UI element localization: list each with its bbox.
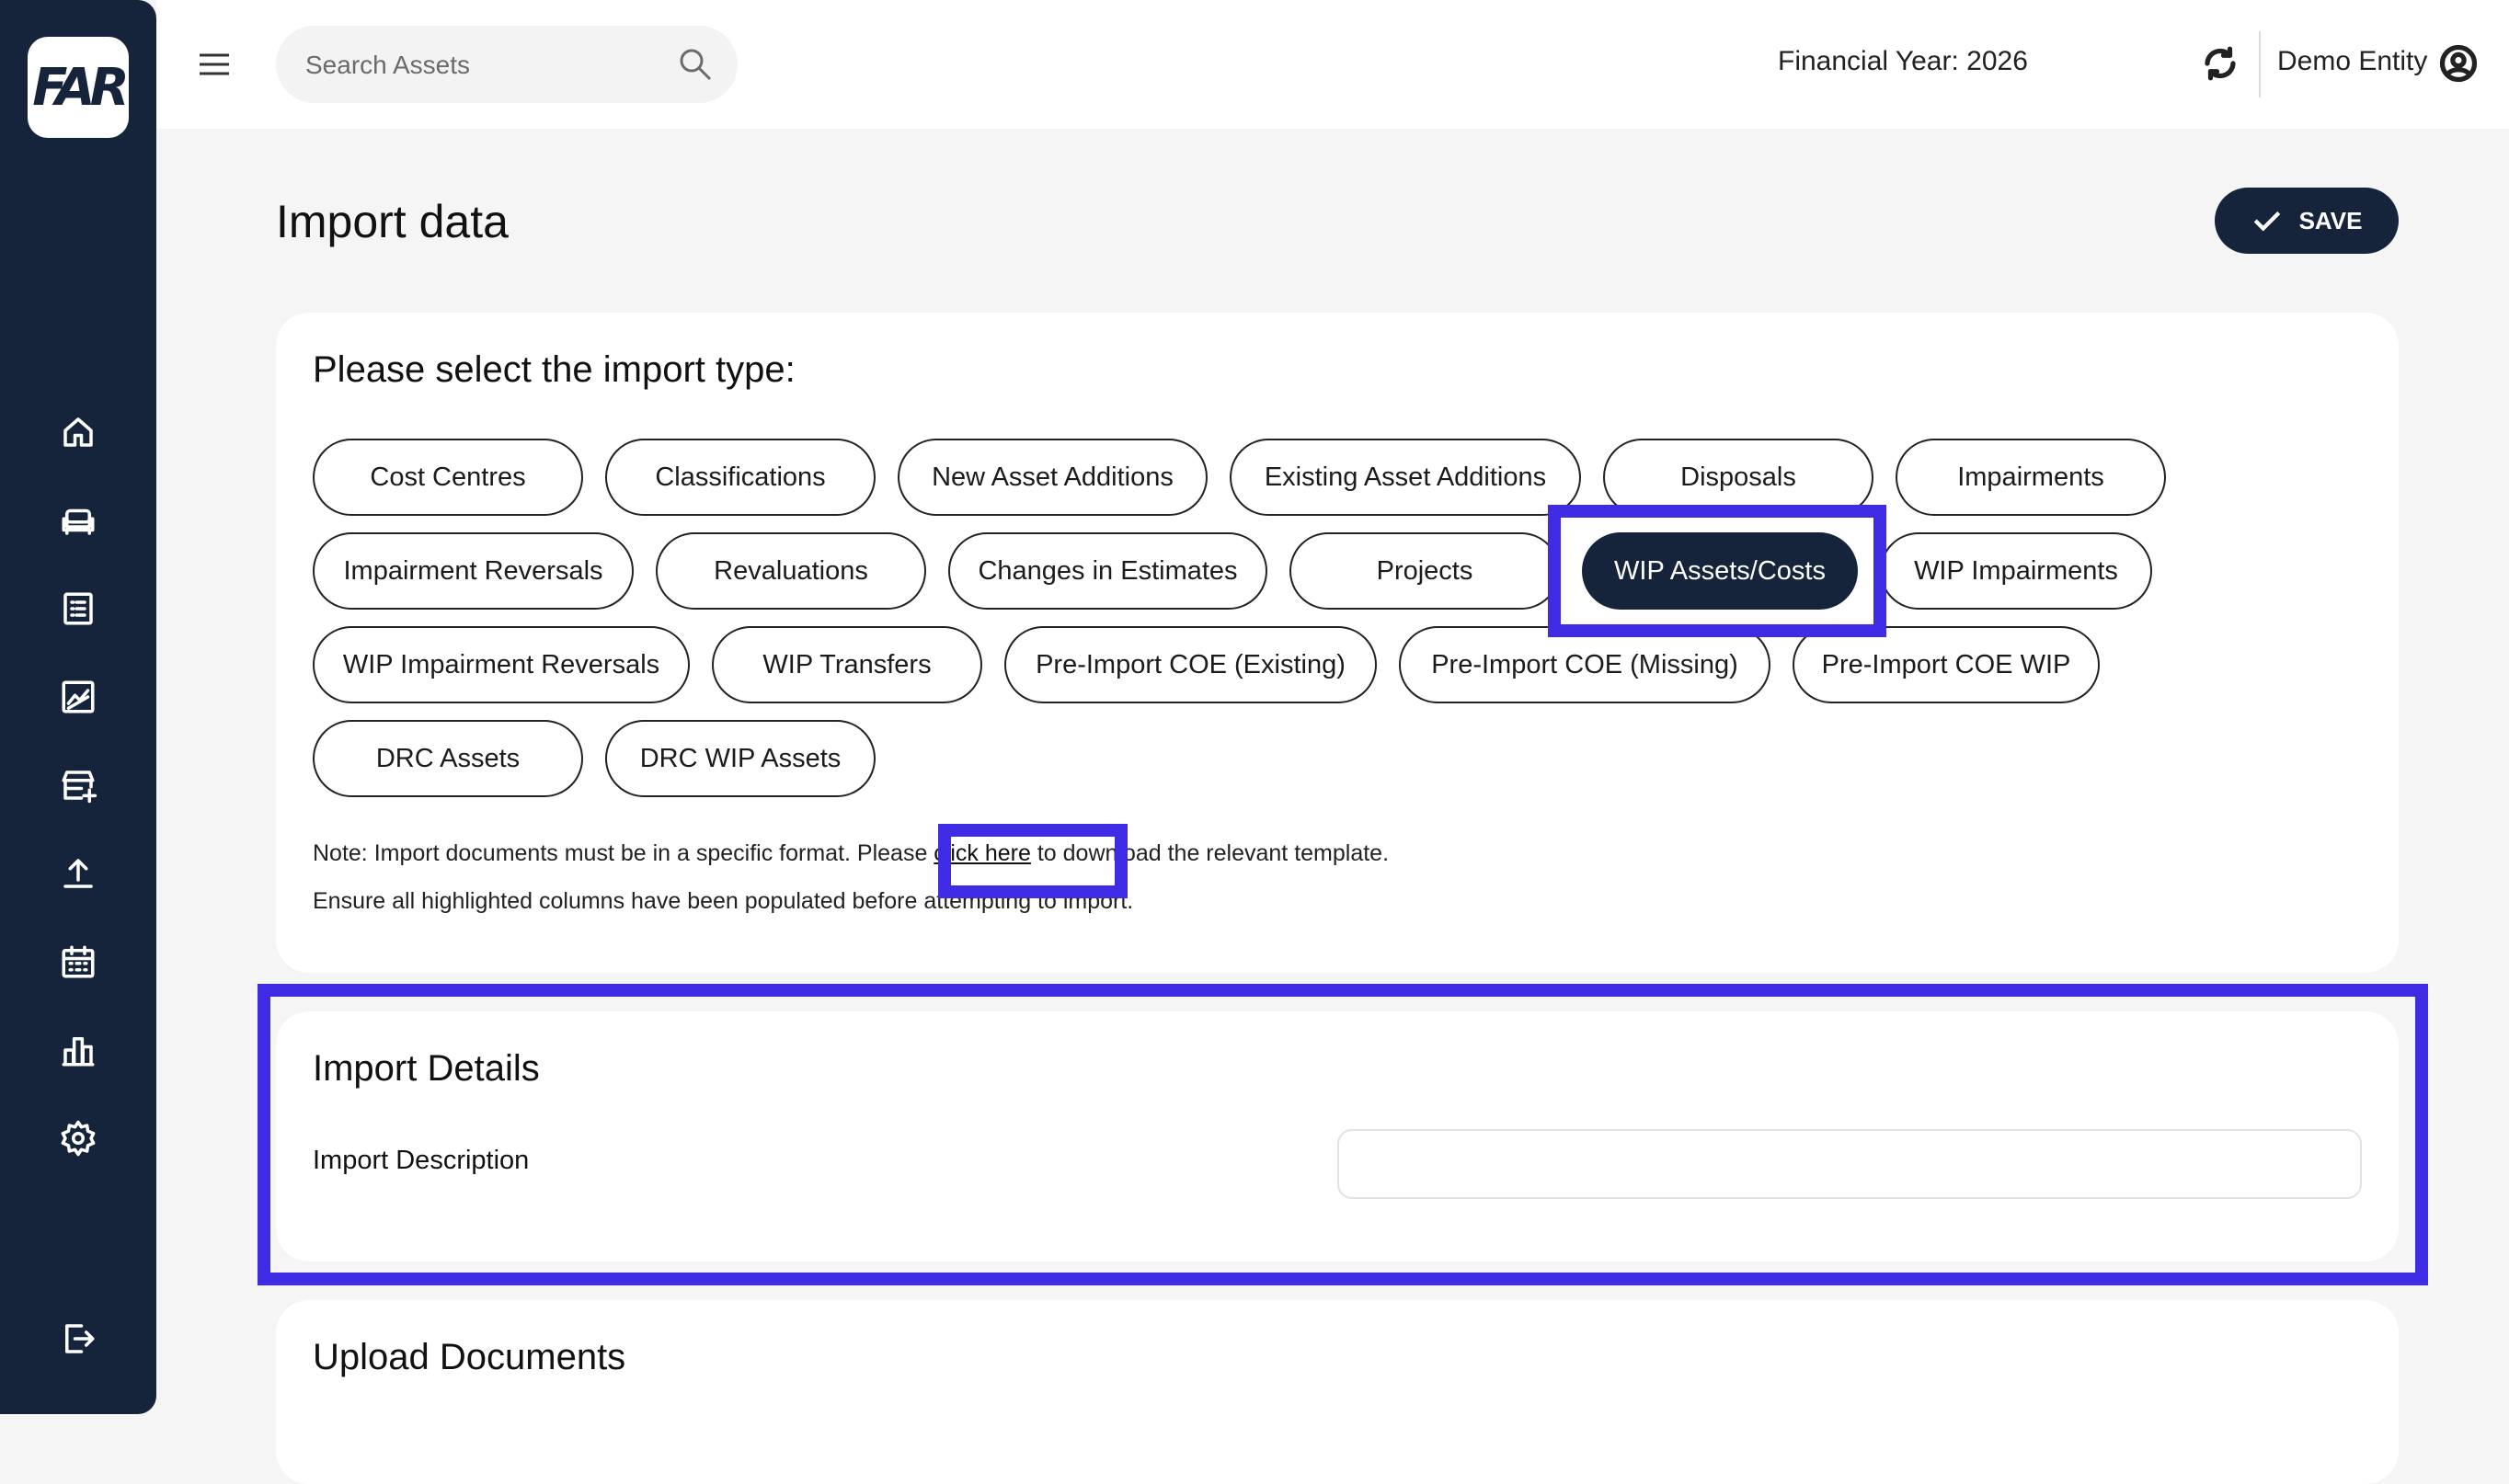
- import-option-new-asset-additions[interactable]: New Asset Additions: [898, 439, 1208, 516]
- logout-icon[interactable]: [55, 1316, 101, 1362]
- import-option-classifications[interactable]: Classifications: [605, 439, 876, 516]
- import-option-impairment-reversals[interactable]: Impairment Reversals: [313, 532, 634, 610]
- save-button[interactable]: SAVE: [2215, 188, 2399, 254]
- user-icon[interactable]: [2439, 44, 2478, 83]
- menu-icon[interactable]: [198, 48, 231, 81]
- top-bar: Financial Year: 2026 Demo Entity: [156, 0, 2509, 129]
- entity-name[interactable]: Demo Entity: [2277, 46, 2427, 77]
- import-option-drc-wip-assets[interactable]: DRC WIP Assets: [605, 720, 876, 797]
- gear-icon[interactable]: [55, 1115, 101, 1161]
- search-box: [276, 26, 738, 105]
- home-icon[interactable]: [55, 409, 101, 455]
- upload-icon[interactable]: [55, 850, 101, 896]
- logo-text: FAR: [32, 57, 129, 118]
- import-description-input[interactable]: [1337, 1129, 2362, 1199]
- import-details-heading: Import Details: [313, 1048, 540, 1089]
- import-option-pre-import-coe-missing[interactable]: Pre-Import COE (Missing): [1399, 626, 1770, 703]
- upload-documents-card: Upload Documents: [276, 1300, 2399, 1484]
- import-option-disposals[interactable]: Disposals: [1603, 439, 1873, 516]
- search-input[interactable]: [304, 26, 657, 105]
- note-text-end: to download the relevant template.: [1030, 840, 1390, 866]
- import-option-wip-impairment-reversals[interactable]: WIP Impairment Reversals: [313, 626, 690, 703]
- import-option-projects[interactable]: Projects: [1289, 532, 1560, 610]
- chart-line-icon[interactable]: [55, 674, 101, 720]
- search-icon[interactable]: [677, 46, 714, 83]
- list-icon[interactable]: [55, 586, 101, 632]
- bar-chart-icon[interactable]: [55, 1027, 101, 1073]
- header-divider: [2259, 31, 2261, 97]
- calendar-icon[interactable]: [55, 939, 101, 985]
- import-option-revaluations[interactable]: Revaluations: [656, 532, 926, 610]
- import-option-wip-transfers[interactable]: WIP Transfers: [712, 626, 982, 703]
- store-add-icon[interactable]: [55, 762, 101, 808]
- financial-year-label: Financial Year: 2026: [1778, 46, 2028, 76]
- check-icon: [2253, 211, 2280, 232]
- template-download-link[interactable]: click here: [934, 840, 1031, 866]
- import-description-label: Import Description: [313, 1146, 530, 1175]
- import-type-heading: Please select the import type:: [313, 349, 796, 390]
- upload-documents-heading: Upload Documents: [313, 1337, 626, 1377]
- import-type-card: Please select the import type: Cost Cent…: [276, 313, 2399, 973]
- sync-icon[interactable]: [2201, 44, 2240, 83]
- import-option-wip-assets-costs[interactable]: WIP Assets/Costs: [1582, 532, 1858, 610]
- import-option-changes-in-estimates[interactable]: Changes in Estimates: [948, 532, 1267, 610]
- save-button-label: SAVE: [2298, 206, 2363, 234]
- import-option-cost-centres[interactable]: Cost Centres: [313, 439, 583, 516]
- import-option-impairments[interactable]: Impairments: [1896, 439, 2166, 516]
- page-title: Import data: [276, 196, 509, 247]
- import-note-line-1: Note: Import documents must be in a spec…: [313, 840, 1389, 867]
- import-note-line-2: Ensure all highlighted columns have been…: [313, 888, 1134, 914]
- import-option-wip-impairments[interactable]: WIP Impairments: [1880, 532, 2152, 610]
- import-option-pre-import-coe-existing[interactable]: Pre-Import COE (Existing): [1004, 626, 1377, 703]
- import-details-card: Import Details Import Description: [276, 1011, 2399, 1261]
- note-text-start: Note: Import documents must be in a spec…: [313, 840, 934, 866]
- import-option-pre-import-coe-wip[interactable]: Pre-Import COE WIP: [1793, 626, 2100, 703]
- sidebar: FAR: [0, 0, 156, 1414]
- import-option-existing-asset-additions[interactable]: Existing Asset Additions: [1230, 439, 1581, 516]
- app-logo[interactable]: FAR: [28, 37, 130, 138]
- import-option-drc-assets[interactable]: DRC Assets: [313, 720, 583, 797]
- sofa-icon[interactable]: [55, 497, 101, 543]
